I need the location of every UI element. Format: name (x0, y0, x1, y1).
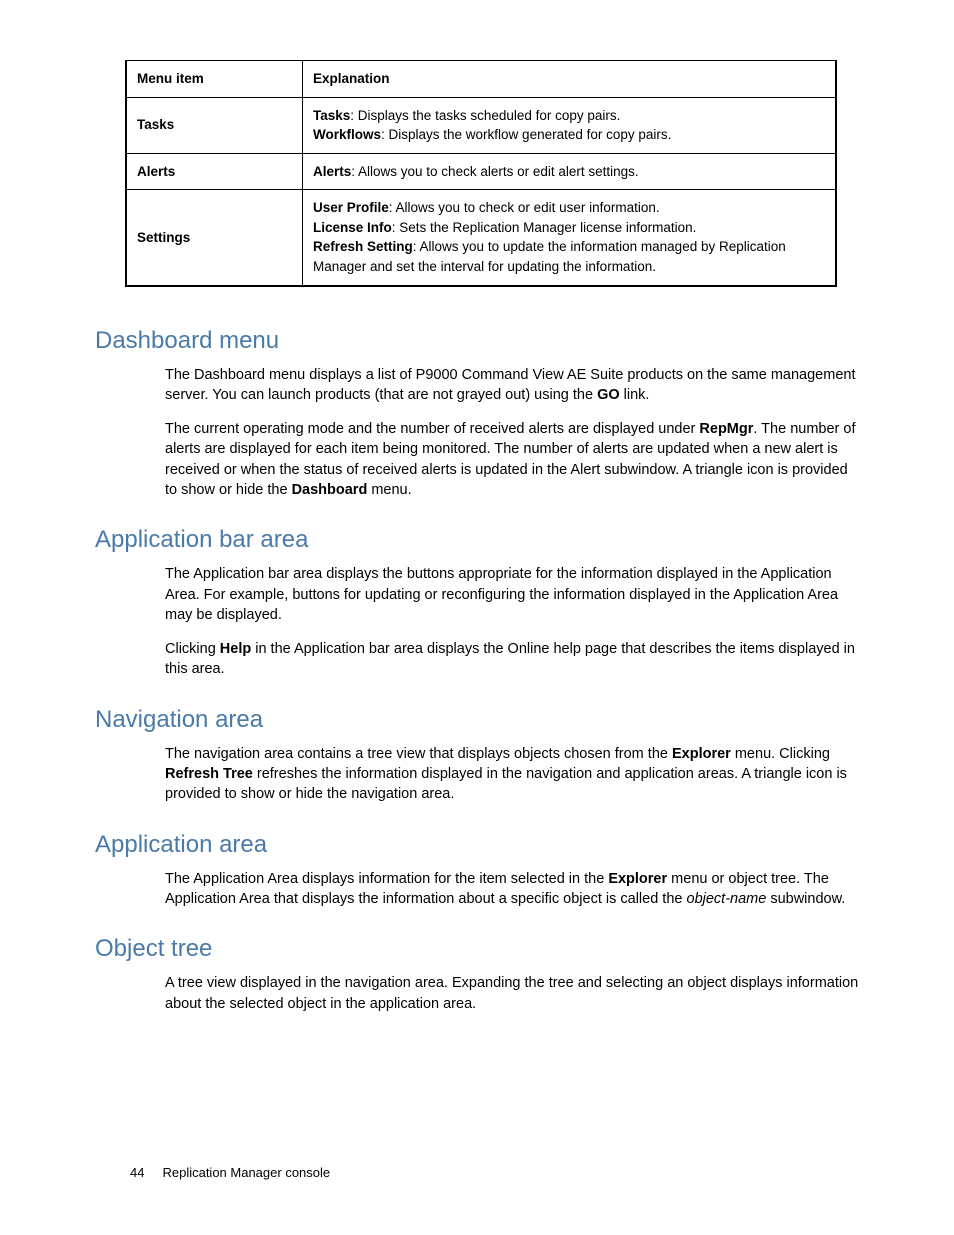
text-run: refreshes the information displayed in t… (165, 766, 847, 802)
page-footer: 44 Replication Manager console (130, 1165, 330, 1180)
document-page: Menu item Explanation Tasks Tasks: Displ… (0, 0, 954, 1235)
col-header-explanation: Explanation (303, 61, 837, 98)
menu-item-cell: Tasks (126, 97, 303, 153)
text-run: The Dashboard menu displays a list of P9… (165, 367, 855, 403)
text-run: menu. (367, 482, 411, 498)
heading-dashboard-menu: Dashboard menu (95, 327, 859, 355)
term-text: : Allows you to check alerts or edit ale… (351, 164, 638, 179)
explanation-cell: Alerts: Allows you to check alerts or ed… (303, 153, 837, 190)
col-header-menu-item: Menu item (126, 61, 303, 98)
term-text: : Displays the workflow generated for co… (381, 127, 671, 142)
body-paragraph: The Application bar area displays the bu… (165, 564, 859, 625)
term-text: : Displays the tasks scheduled for copy … (350, 108, 620, 123)
text-bold: RepMgr (699, 421, 753, 437)
heading-navigation-area: Navigation area (95, 706, 859, 734)
term-label: Workflows (313, 127, 381, 142)
body-paragraph: The current operating mode and the numbe… (165, 419, 859, 500)
text-run: The navigation area contains a tree view… (165, 746, 672, 762)
table-row: Settings User Profile: Allows you to che… (126, 190, 836, 286)
menu-item-cell: Settings (126, 190, 303, 286)
text-run: link. (620, 387, 650, 403)
table-row: Tasks Tasks: Displays the tasks schedule… (126, 97, 836, 153)
heading-object-tree: Object tree (95, 935, 859, 963)
body-paragraph: Clicking Help in the Application bar are… (165, 639, 859, 680)
text-run: Clicking (165, 641, 220, 657)
explanation-cell: Tasks: Displays the tasks scheduled for … (303, 97, 837, 153)
text-bold: Explorer (608, 871, 667, 887)
text-run: subwindow. (766, 891, 845, 907)
table-header-row: Menu item Explanation (126, 61, 836, 98)
term-label: Alerts (313, 164, 351, 179)
term-label: Tasks (313, 108, 350, 123)
text-run: The Application Area displays informatio… (165, 871, 608, 887)
term-label: Refresh Setting (313, 239, 413, 254)
page-number: 44 (130, 1165, 144, 1180)
text-bold: Dashboard (292, 482, 368, 498)
term-text: : Sets the Replication Manager license i… (392, 220, 697, 235)
body-paragraph: The Application Area displays informatio… (165, 869, 859, 910)
text-bold: GO (597, 387, 620, 403)
table-row: Alerts Alerts: Allows you to check alert… (126, 153, 836, 190)
footer-title: Replication Manager console (162, 1165, 330, 1180)
menu-item-cell: Alerts (126, 153, 303, 190)
text-run: in the Application bar area displays the… (165, 641, 855, 677)
heading-application-bar-area: Application bar area (95, 526, 859, 554)
term-label: License Info (313, 220, 392, 235)
body-paragraph: The Dashboard menu displays a list of P9… (165, 365, 859, 406)
text-run: The current operating mode and the numbe… (165, 421, 699, 437)
text-run: menu. Clicking (731, 746, 830, 762)
text-bold: Help (220, 641, 251, 657)
body-paragraph: A tree view displayed in the navigation … (165, 973, 859, 1014)
body-paragraph: The navigation area contains a tree view… (165, 744, 859, 805)
text-bold: Refresh Tree (165, 766, 253, 782)
term-text: : Allows you to check or edit user infor… (389, 200, 660, 215)
heading-application-area: Application area (95, 831, 859, 859)
text-bold: Explorer (672, 746, 731, 762)
menu-table: Menu item Explanation Tasks Tasks: Displ… (125, 60, 837, 287)
term-label: User Profile (313, 200, 389, 215)
explanation-cell: User Profile: Allows you to check or edi… (303, 190, 837, 286)
text-italic: object-name (687, 891, 767, 907)
